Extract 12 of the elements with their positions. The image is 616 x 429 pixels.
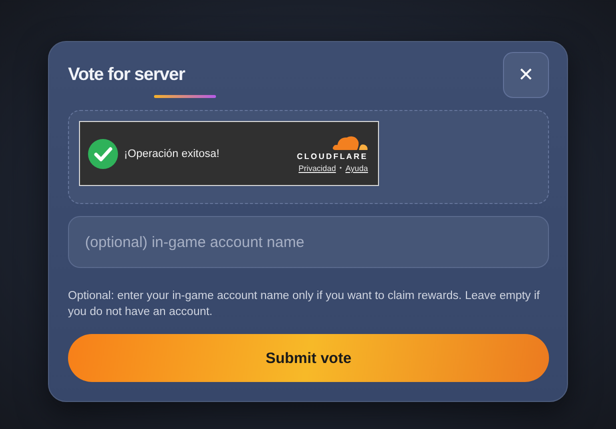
- title-underline: [154, 95, 216, 98]
- close-button[interactable]: ✕: [503, 52, 549, 98]
- brand-name: CLOUDFLARE: [296, 152, 368, 161]
- captcha-message: ¡Operación exitosa!: [124, 148, 220, 160]
- footer-link[interactable]: Privacidad: [298, 164, 336, 173]
- dialog-title: Vote for server: [68, 64, 186, 85]
- submit-button[interactable]: Submit vote: [68, 334, 549, 382]
- cloud-logo-icon: [332, 134, 368, 150]
- account-name-field[interactable]: (optional) in-game account name: [68, 216, 549, 268]
- hint-text: Optional: enter your in-game account name only if you want to claim rewards. Leave empty if you do not have an account.: [68, 289, 541, 320]
- success-check-icon: [88, 138, 118, 168]
- footer-link[interactable]: Ayuda: [345, 164, 368, 173]
